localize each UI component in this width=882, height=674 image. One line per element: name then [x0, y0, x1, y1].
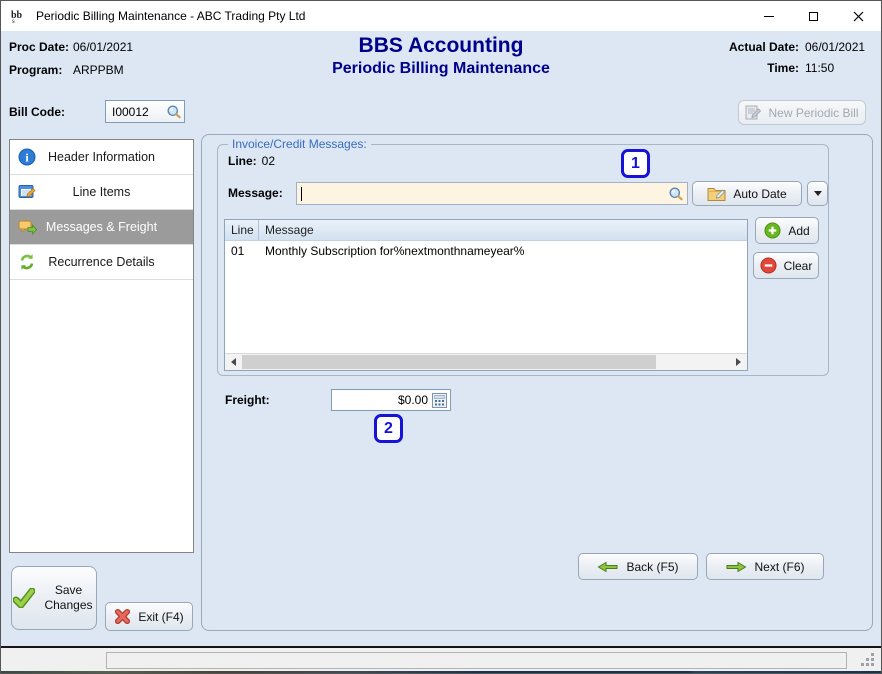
title-bar: bbs Periodic Billing Maintenance - ABC T… — [1, 1, 881, 31]
line-items-icon — [18, 183, 36, 201]
column-header-message: Message — [259, 220, 747, 240]
table-row[interactable]: 01 Monthly Subscription for%nextmonthnam… — [225, 241, 747, 258]
sidebar-item-messages-freight[interactable]: Messages & Freight — [10, 210, 193, 245]
line-value: 02 — [262, 154, 275, 168]
new-periodic-bill-label: New Periodic Bill — [768, 106, 858, 120]
line-label: Line: — [228, 154, 257, 168]
minimize-icon — [764, 16, 774, 17]
message-label: Message: — [228, 186, 283, 200]
next-button[interactable]: Next (F6) — [706, 553, 824, 580]
info-icon: i — [18, 148, 36, 166]
maximize-button[interactable] — [791, 1, 836, 31]
sidebar-item-label: Header Information — [10, 150, 193, 164]
cell-line: 01 — [225, 241, 259, 258]
save-changes-label: Save Changes — [42, 583, 96, 613]
minimize-button[interactable] — [746, 1, 791, 31]
resize-grip[interactable] — [871, 653, 874, 656]
app-window: bbs Periodic Billing Maintenance - ABC T… — [0, 0, 882, 674]
chevron-down-icon — [814, 191, 822, 196]
sidebar-item-header-information[interactable]: i Header Information — [10, 140, 193, 175]
arrow-right-icon — [736, 358, 741, 366]
freight-label: Freight: — [225, 393, 270, 407]
app-logo-icon: bbs — [10, 7, 28, 25]
freight-input[interactable]: $0.00 — [331, 389, 451, 411]
svg-text:s: s — [12, 17, 15, 24]
check-icon — [13, 588, 35, 608]
time-value: 11:50 — [805, 61, 875, 75]
sidebar-item-label: Recurrence Details — [10, 255, 193, 269]
sidebar-nav: i Header Information Line Items Messages… — [9, 139, 194, 553]
freight-value: $0.00 — [332, 393, 432, 407]
new-bill-icon — [745, 105, 762, 121]
arrow-left-icon — [231, 358, 236, 366]
column-header-line: Line — [225, 220, 259, 240]
add-label: Add — [788, 224, 809, 238]
cell-message: Monthly Subscription for%nextmonthnameye… — [259, 241, 747, 258]
save-changes-button[interactable]: Save Changes — [11, 566, 97, 630]
auto-date-icon — [707, 186, 726, 201]
auto-date-dropdown-button[interactable] — [807, 181, 828, 206]
time-label: Time: — [715, 61, 799, 75]
arrow-left-icon — [597, 560, 619, 574]
search-icon[interactable] — [166, 104, 182, 120]
line-number-row: Line: 02 — [228, 154, 275, 168]
scrollbar-thumb[interactable] — [242, 355, 656, 369]
back-label: Back (F5) — [626, 560, 678, 574]
auto-date-button[interactable]: Auto Date — [692, 181, 802, 206]
scroll-right-button[interactable] — [730, 354, 747, 370]
clear-label: Clear — [784, 259, 813, 273]
message-input[interactable] — [296, 182, 688, 205]
messages-icon — [18, 218, 38, 236]
close-button[interactable] — [836, 1, 881, 31]
scroll-left-button[interactable] — [225, 354, 242, 370]
arrow-right-icon — [725, 560, 747, 574]
clear-button[interactable]: Clear — [753, 252, 819, 279]
invoice-credit-messages-group: Invoice/Credit Messages: Line: 02 Messag… — [217, 144, 829, 376]
add-button[interactable]: Add — [755, 217, 819, 244]
text-caret — [301, 187, 302, 201]
window-controls — [746, 1, 881, 31]
sidebar-item-label: Line Items — [10, 185, 193, 199]
close-x-icon — [114, 608, 131, 625]
window-title: Periodic Billing Maintenance - ABC Tradi… — [36, 9, 305, 23]
sidebar-item-line-items[interactable]: Line Items — [10, 175, 193, 210]
exit-label: Exit (F4) — [138, 610, 183, 624]
clear-icon — [760, 257, 777, 274]
group-title: Invoice/Credit Messages: — [228, 137, 371, 151]
horizontal-scrollbar[interactable] — [225, 353, 747, 370]
exit-button[interactable]: Exit (F4) — [105, 602, 193, 631]
sidebar-item-recurrence-details[interactable]: Recurrence Details — [10, 245, 193, 280]
next-label: Next (F6) — [754, 560, 804, 574]
messages-table: Line Message 01 Monthly Subscription for… — [224, 219, 748, 371]
maximize-icon — [809, 12, 818, 21]
add-icon — [764, 222, 781, 239]
table-header: Line Message — [225, 220, 747, 241]
new-periodic-bill-button[interactable]: New Periodic Bill — [738, 100, 866, 125]
annotation-step-2: 2 — [374, 414, 403, 443]
bill-code-value: I00012 — [106, 105, 166, 119]
auto-date-label: Auto Date — [733, 187, 786, 201]
status-bar — [1, 648, 881, 671]
close-icon — [853, 11, 864, 22]
bill-code-label: Bill Code: — [9, 105, 65, 119]
recurrence-icon — [18, 253, 36, 271]
back-button[interactable]: Back (F5) — [578, 553, 698, 580]
status-panel — [106, 652, 847, 669]
annotation-step-1: 1 — [621, 149, 650, 178]
date-time-block: Actual Date: 06/01/2021 Time: 11:50 — [715, 40, 875, 75]
bill-code-input[interactable]: I00012 — [105, 100, 185, 123]
calculator-icon[interactable] — [432, 393, 447, 408]
actual-date-value: 06/01/2021 — [805, 40, 875, 54]
search-icon[interactable] — [668, 186, 684, 202]
actual-date-label: Actual Date: — [715, 40, 799, 54]
